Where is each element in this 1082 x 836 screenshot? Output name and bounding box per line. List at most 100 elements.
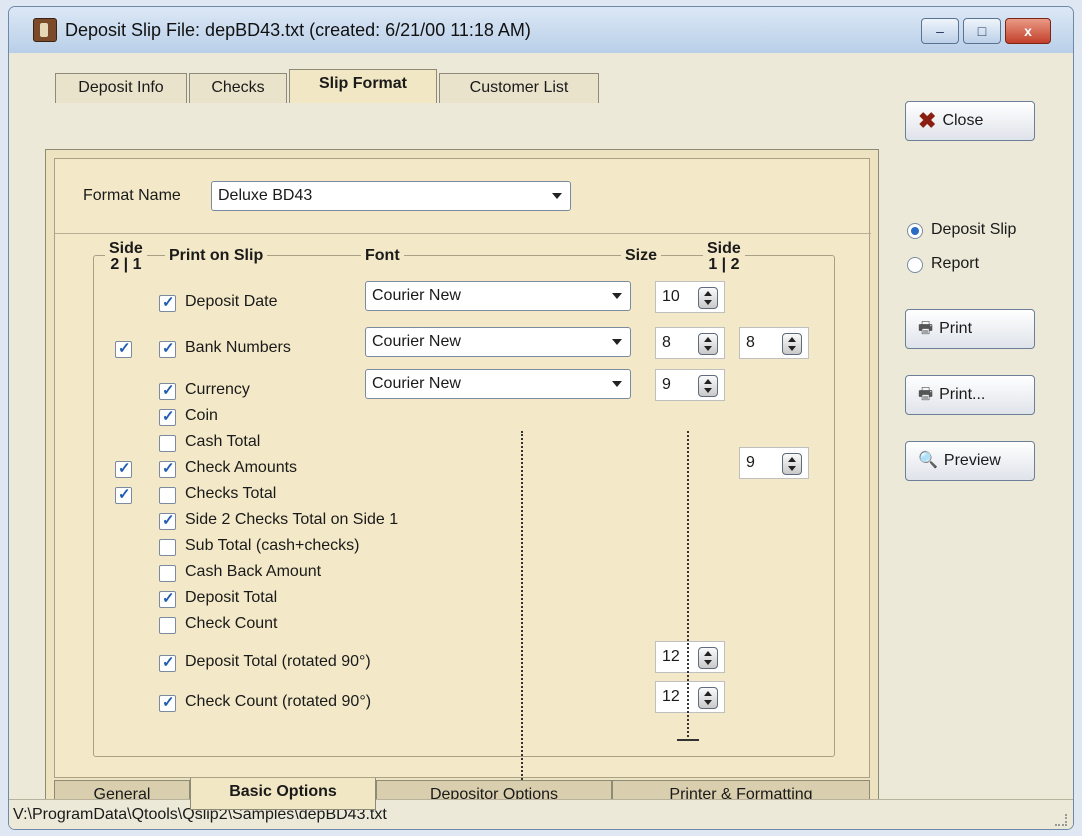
status-bar: V:\ProgramData\Qtools\Qslip2\Samples\dep… [9, 799, 1073, 829]
side1-checkbox[interactable] [159, 407, 176, 426]
side1-checkbox[interactable] [159, 293, 176, 312]
size-value: 8 [662, 334, 671, 351]
row-label: Side 2 Checks Total on Side 1 [185, 511, 399, 528]
chevron-down-icon [612, 339, 622, 345]
row-label: Checks Total [185, 485, 277, 502]
report-radio[interactable] [907, 257, 923, 273]
print-dialog-button-label: Print... [939, 386, 986, 404]
side1-checkbox[interactable] [159, 617, 176, 634]
side1-checkbox[interactable] [159, 589, 176, 608]
side1-size-spinner[interactable]: 12 [655, 681, 725, 713]
close-x-icon: ✖ [918, 108, 937, 133]
deposit-slip-radio[interactable] [907, 223, 923, 239]
report-label: Report [931, 255, 980, 272]
close-window-button[interactable]: x [1005, 18, 1051, 44]
spinner-arrows-icon[interactable] [698, 375, 718, 397]
side1-checkbox[interactable] [159, 511, 176, 530]
side1-checkbox[interactable] [159, 539, 176, 556]
legend-side-left-label: Side [109, 240, 143, 257]
side1-checkbox[interactable] [159, 565, 176, 582]
size-dotted-line-end [677, 739, 699, 741]
print-dialog-button[interactable]: 🖶 Print... [905, 375, 1035, 415]
maximize-button[interactable]: □ [963, 18, 1001, 44]
print-button[interactable]: 🖶 Print [905, 309, 1035, 349]
size-value: 9 [662, 376, 671, 393]
basic-options-page: Format Name Deluxe BD43 Side 2 | 1 Print … [54, 158, 871, 827]
size-value: 12 [662, 648, 680, 665]
side2-checkbox[interactable] [115, 485, 132, 504]
side1-checkbox[interactable] [159, 339, 176, 358]
row-label: Currency [185, 381, 250, 398]
format-name-select[interactable]: Deluxe BD43 [211, 181, 571, 211]
font-value: Courier New [372, 333, 461, 350]
side1-checkbox[interactable] [159, 487, 176, 504]
side1-checkbox[interactable] [159, 459, 176, 478]
row-label: Check Amounts [185, 459, 298, 476]
client-area: Deposit Info Checks Slip Format Customer… [9, 53, 1073, 829]
row-label: Bank Numbers [185, 339, 291, 356]
side1-size-spinner[interactable]: 12 [655, 641, 725, 673]
tab-deposit-info[interactable]: Deposit Info [55, 73, 187, 103]
size-value: 10 [662, 288, 680, 305]
side2-checkbox[interactable] [115, 339, 132, 358]
side1-size-spinner[interactable]: 10 [655, 281, 725, 313]
spinner-arrows-icon[interactable] [698, 287, 718, 309]
app-window: Deposit Slip File: depBD43.txt (created:… [8, 6, 1074, 830]
row-label: Cash Total [185, 433, 261, 450]
font-select[interactable]: Courier New [365, 281, 631, 311]
bottom-tab-basic-options[interactable]: Basic Options [190, 778, 376, 810]
side2-checkbox[interactable] [115, 459, 132, 478]
spinner-arrows-icon[interactable] [782, 453, 802, 475]
legend-font: Font [361, 247, 404, 265]
row-label: Check Count (rotated 90°) [185, 693, 372, 710]
font-value: Courier New [372, 287, 461, 304]
tab-slip-format[interactable]: Slip Format [289, 69, 437, 103]
spinner-arrows-icon[interactable] [698, 687, 718, 709]
legend-side-right-numbers: 1 | 2 [708, 256, 740, 273]
preview-button[interactable]: 🔍 Preview [905, 441, 1035, 481]
side1-checkbox[interactable] [159, 693, 176, 712]
spinner-arrows-icon[interactable] [782, 333, 802, 355]
row-label: Check Count [185, 615, 278, 632]
size-dotted-line [687, 431, 689, 741]
deposit-slip-label: Deposit Slip [931, 221, 1017, 238]
legend-side-right: Side 1 | 2 [703, 241, 745, 273]
size-value: 9 [746, 454, 755, 471]
font-select[interactable]: Courier New [365, 369, 631, 399]
spinner-arrows-icon[interactable] [698, 647, 718, 669]
side1-checkbox[interactable] [159, 653, 176, 672]
font-value: Courier New [372, 375, 461, 392]
legend-side-left: Side 2 | 1 [105, 241, 147, 273]
legend-print-on-slip: Print on Slip [165, 247, 268, 265]
resize-grip[interactable] [1055, 814, 1067, 826]
chevron-down-icon [612, 293, 622, 299]
close-button-label: Close [942, 112, 984, 130]
side2-size-spinner[interactable]: 8 [739, 327, 809, 359]
preview-button-label: Preview [943, 452, 1001, 470]
side2-size-spinner[interactable]: 9 [739, 447, 809, 479]
close-button[interactable]: ✖ Close [905, 101, 1035, 141]
size-value: 8 [746, 334, 755, 351]
spinner-arrows-icon[interactable] [698, 333, 718, 355]
minimize-button[interactable]: – [921, 18, 959, 44]
printer-icon: 🖶 [918, 320, 934, 337]
row-label: Cash Back Amount [185, 563, 322, 580]
font-dotted-line [521, 431, 523, 827]
format-name-label: Format Name [83, 187, 181, 204]
side1-size-spinner[interactable]: 8 [655, 327, 725, 359]
chevron-down-icon [612, 381, 622, 387]
preview-icon: 🔍 [918, 452, 938, 469]
side1-checkbox[interactable] [159, 435, 176, 452]
row-label: Deposit Total (rotated 90°) [185, 653, 371, 670]
tab-customer-list[interactable]: Customer List [439, 73, 599, 103]
chevron-down-icon [552, 193, 562, 199]
row-label: Deposit Date [185, 293, 278, 310]
tab-checks[interactable]: Checks [189, 73, 287, 103]
side1-checkbox[interactable] [159, 381, 176, 400]
format-name-value: Deluxe BD43 [218, 187, 313, 204]
side1-size-spinner[interactable]: 9 [655, 369, 725, 401]
window-title: Deposit Slip File: depBD43.txt (created:… [65, 20, 531, 40]
legend-side-right-label: Side [707, 240, 741, 257]
font-select[interactable]: Courier New [365, 327, 631, 357]
size-value: 12 [662, 688, 680, 705]
